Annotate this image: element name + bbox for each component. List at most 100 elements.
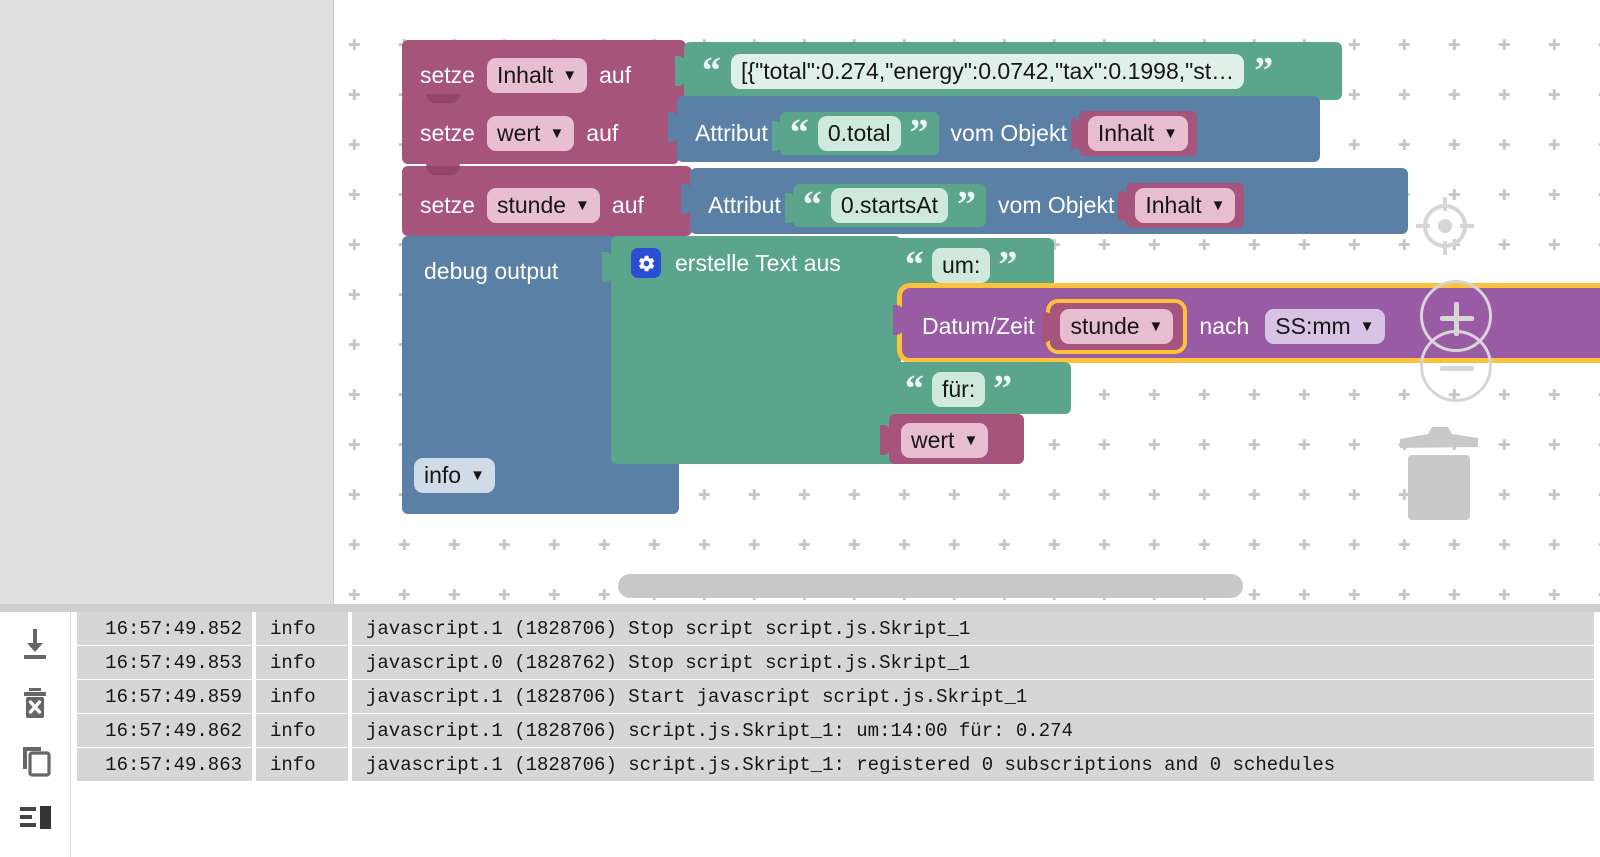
close-quote-icon: ” <box>998 244 1018 287</box>
variable-dropdown-inhalt-2[interactable]: Inhalt ▼ <box>1087 116 1188 151</box>
variable-dropdown-inhalt-label: Inhalt <box>496 62 554 88</box>
setze-label-2: setze <box>420 120 475 146</box>
app-root: ✚ ✚ ✚ ✚ ✚ ✚ ✚ ✚ ✚ ✚ ✚ ✚ ✚ ✚ ✚ ✚ ✚ ✚ ✚ ✚ ✚ ✚ ✚ ✚ ✚ ✚ ✚ ✚ ✚ ✚ ✚ ✚ ✚ ✚ ✚ ✚ ✚ ✚ ✚ ✚… <box>0 0 1600 857</box>
log-cell-severity: info <box>256 612 348 645</box>
log-cell-message: javascript.0 (1828762) Stop script scrip… <box>352 646 1594 679</box>
value-socket-notch <box>893 305 904 335</box>
variable-dropdown-inhalt-3[interactable]: Inhalt ▼ <box>1135 188 1236 223</box>
setze-label-1: setze <box>420 62 475 88</box>
copy-log-icon[interactable] <box>13 738 57 782</box>
block-top-notch <box>426 166 460 175</box>
chevron-down-icon: ▼ <box>1163 125 1178 142</box>
chevron-down-icon: ▼ <box>963 432 979 449</box>
block-erstelle-text-aus[interactable]: erstelle Text aus <box>602 236 901 464</box>
open-quote-icon: “ <box>905 244 924 287</box>
block-text-fuer[interactable]: “ für: ” <box>880 362 1071 414</box>
log-cell-message: javascript.1 (1828706) script.js.Skript_… <box>352 714 1594 747</box>
log-cell-time: 16:57:49.853 <box>77 646 252 679</box>
open-quote-icon: “ <box>702 50 721 93</box>
log-layout-icon[interactable] <box>13 796 57 840</box>
text-field-json[interactable]: [{"total":0.274,"energy":0.0742,"tax":0.… <box>731 54 1245 89</box>
log-cell-severity: info <box>256 714 348 747</box>
close-quote-icon: ” <box>909 112 929 155</box>
log-row[interactable]: 16:57:49.862 info javascript.1 (1828706) s… <box>71 714 1600 747</box>
attribut-label-2: Attribut <box>708 192 781 218</box>
log-row[interactable]: 16:57:49.853 info javascript.0 (1828762) S… <box>71 646 1600 679</box>
debug-output-label: debug output <box>424 258 559 284</box>
log-cell-message: javascript.1 (1828706) Start javascript … <box>352 680 1594 713</box>
block-setze-wert[interactable]: setze wert ▼ auf <box>402 94 679 172</box>
variable-dropdown-stunde[interactable]: stunde ▼ <box>486 188 600 223</box>
attribut-label-1: Attribut <box>695 120 768 146</box>
variable-dropdown-wert-2[interactable]: wert ▼ <box>901 423 989 458</box>
variable-dropdown-stunde-2[interactable]: stunde ▼ <box>1060 309 1174 344</box>
gear-icon[interactable] <box>631 248 661 278</box>
attribute-path-field-startsat[interactable]: 0.startsAt <box>830 188 949 223</box>
datetime-variable-socket[interactable]: stunde ▼ <box>1042 303 1184 350</box>
severity-dropdown-info[interactable]: info ▼ <box>414 458 495 493</box>
auf-label-1: auf <box>599 62 632 88</box>
vom-objekt-label-2: vom Objekt <box>998 192 1115 218</box>
log-cell-time: 16:57:49.862 <box>77 714 252 747</box>
variable-dropdown-inhalt-3-label: Inhalt <box>1145 192 1202 218</box>
value-socket-notch <box>1070 119 1082 149</box>
setze-label-3: setze <box>420 192 475 218</box>
clear-log-icon[interactable] <box>13 680 57 724</box>
block-datum-zeit-format[interactable]: Datum/Zeit stunde ▼ nach SS:mm ▼ <box>893 288 1600 358</box>
chevron-down-icon: ▼ <box>470 467 485 484</box>
variable-dropdown-stunde-2-label: stunde <box>1070 313 1140 339</box>
log-table[interactable]: 16:57:49.852 info javascript.1 (1828706) S… <box>71 612 1600 847</box>
log-cell-time: 16:57:49.863 <box>77 748 252 781</box>
chevron-down-icon: ▼ <box>575 197 590 214</box>
panel-divider[interactable] <box>0 604 1600 612</box>
chevron-down-icon: ▼ <box>1148 318 1164 335</box>
log-cell-message: javascript.1 (1828706) Stop script scrip… <box>352 612 1594 645</box>
variable-dropdown-inhalt-2-label: Inhalt <box>1097 120 1155 146</box>
log-row[interactable]: 16:57:49.852 info javascript.1 (1828706) S… <box>71 612 1600 645</box>
format-dropdown-ssmm[interactable]: SS:mm ▼ <box>1265 309 1385 344</box>
block-text-um[interactable]: “ um: ” <box>880 238 1054 290</box>
center-workspace-button[interactable] <box>1414 195 1476 257</box>
auf-label-3: auf <box>611 192 644 218</box>
zoom-out-icon <box>1440 366 1474 371</box>
severity-dropdown-label: info <box>424 462 462 488</box>
log-cell-severity: info <box>256 748 348 781</box>
block-attribut-total[interactable]: Attribut “ 0.total ” vom Objekt Inhalt ▼ <box>668 96 1320 162</box>
format-dropdown-label: SS:mm <box>1275 313 1351 339</box>
text-field-fuer[interactable]: für: <box>932 372 986 407</box>
log-toolbar <box>0 612 71 857</box>
zoom-out-button[interactable] <box>1420 330 1492 402</box>
log-cell-time: 16:57:49.859 <box>77 680 252 713</box>
value-socket-notch <box>880 425 891 455</box>
block-text-json[interactable]: “ [{"total":0.274,"energy":0.0742,"tax":… <box>675 42 1342 100</box>
value-socket-notch <box>880 374 891 404</box>
value-socket-notch <box>771 121 783 151</box>
auf-label-2: auf <box>586 120 619 146</box>
variable-dropdown-wert[interactable]: wert ▼ <box>486 116 575 151</box>
block-setze-stunde[interactable]: setze stunde ▼ auf <box>402 166 692 244</box>
value-socket-notch <box>1118 191 1130 221</box>
value-socket-notch <box>675 56 686 86</box>
open-quote-icon: “ <box>789 112 809 155</box>
trashcan-icon[interactable] <box>1394 425 1484 520</box>
close-quote-icon: ” <box>993 368 1013 411</box>
value-socket-notch <box>880 250 891 280</box>
log-row[interactable]: 16:57:49.859 info javascript.1 (1828706) S… <box>71 680 1600 713</box>
value-socket-notch <box>602 252 613 282</box>
variable-dropdown-inhalt[interactable]: Inhalt ▼ <box>486 58 588 93</box>
left-toolbox-panel[interactable] <box>0 0 334 612</box>
close-quote-icon: ” <box>957 184 977 227</box>
attribute-path-field-total[interactable]: 0.total <box>817 116 901 151</box>
block-variable-wert[interactable]: wert ▼ <box>880 414 1024 464</box>
log-cell-time: 16:57:49.852 <box>77 612 252 645</box>
log-panel: 16:57:49.852 info javascript.1 (1828706) S… <box>0 612 1600 857</box>
chevron-down-icon: ▼ <box>1210 197 1226 214</box>
chevron-down-icon: ▼ <box>549 125 565 142</box>
canvas-horizontal-scrollbar-thumb[interactable] <box>618 574 1243 598</box>
log-row[interactable]: 16:57:49.863 info javascript.1 (1828706) s… <box>71 748 1600 781</box>
block-attribut-startsat[interactable]: Attribut “ 0.startsAt ” vom Objekt Inhal… <box>681 168 1408 234</box>
download-log-icon[interactable] <box>13 622 57 666</box>
block-setze-inhalt[interactable]: setze Inhalt ▼ auf <box>402 40 686 110</box>
text-field-um[interactable]: um: <box>932 248 991 283</box>
blockly-canvas[interactable]: ✚ ✚ ✚ ✚ ✚ ✚ ✚ ✚ ✚ ✚ ✚ ✚ ✚ ✚ ✚ ✚ ✚ ✚ ✚ ✚ ✚ ✚ ✚ ✚ ✚ ✚ ✚ ✚ ✚ ✚ ✚ ✚ ✚ ✚ ✚ ✚ ✚ ✚ ✚ ✚… <box>334 0 1600 612</box>
